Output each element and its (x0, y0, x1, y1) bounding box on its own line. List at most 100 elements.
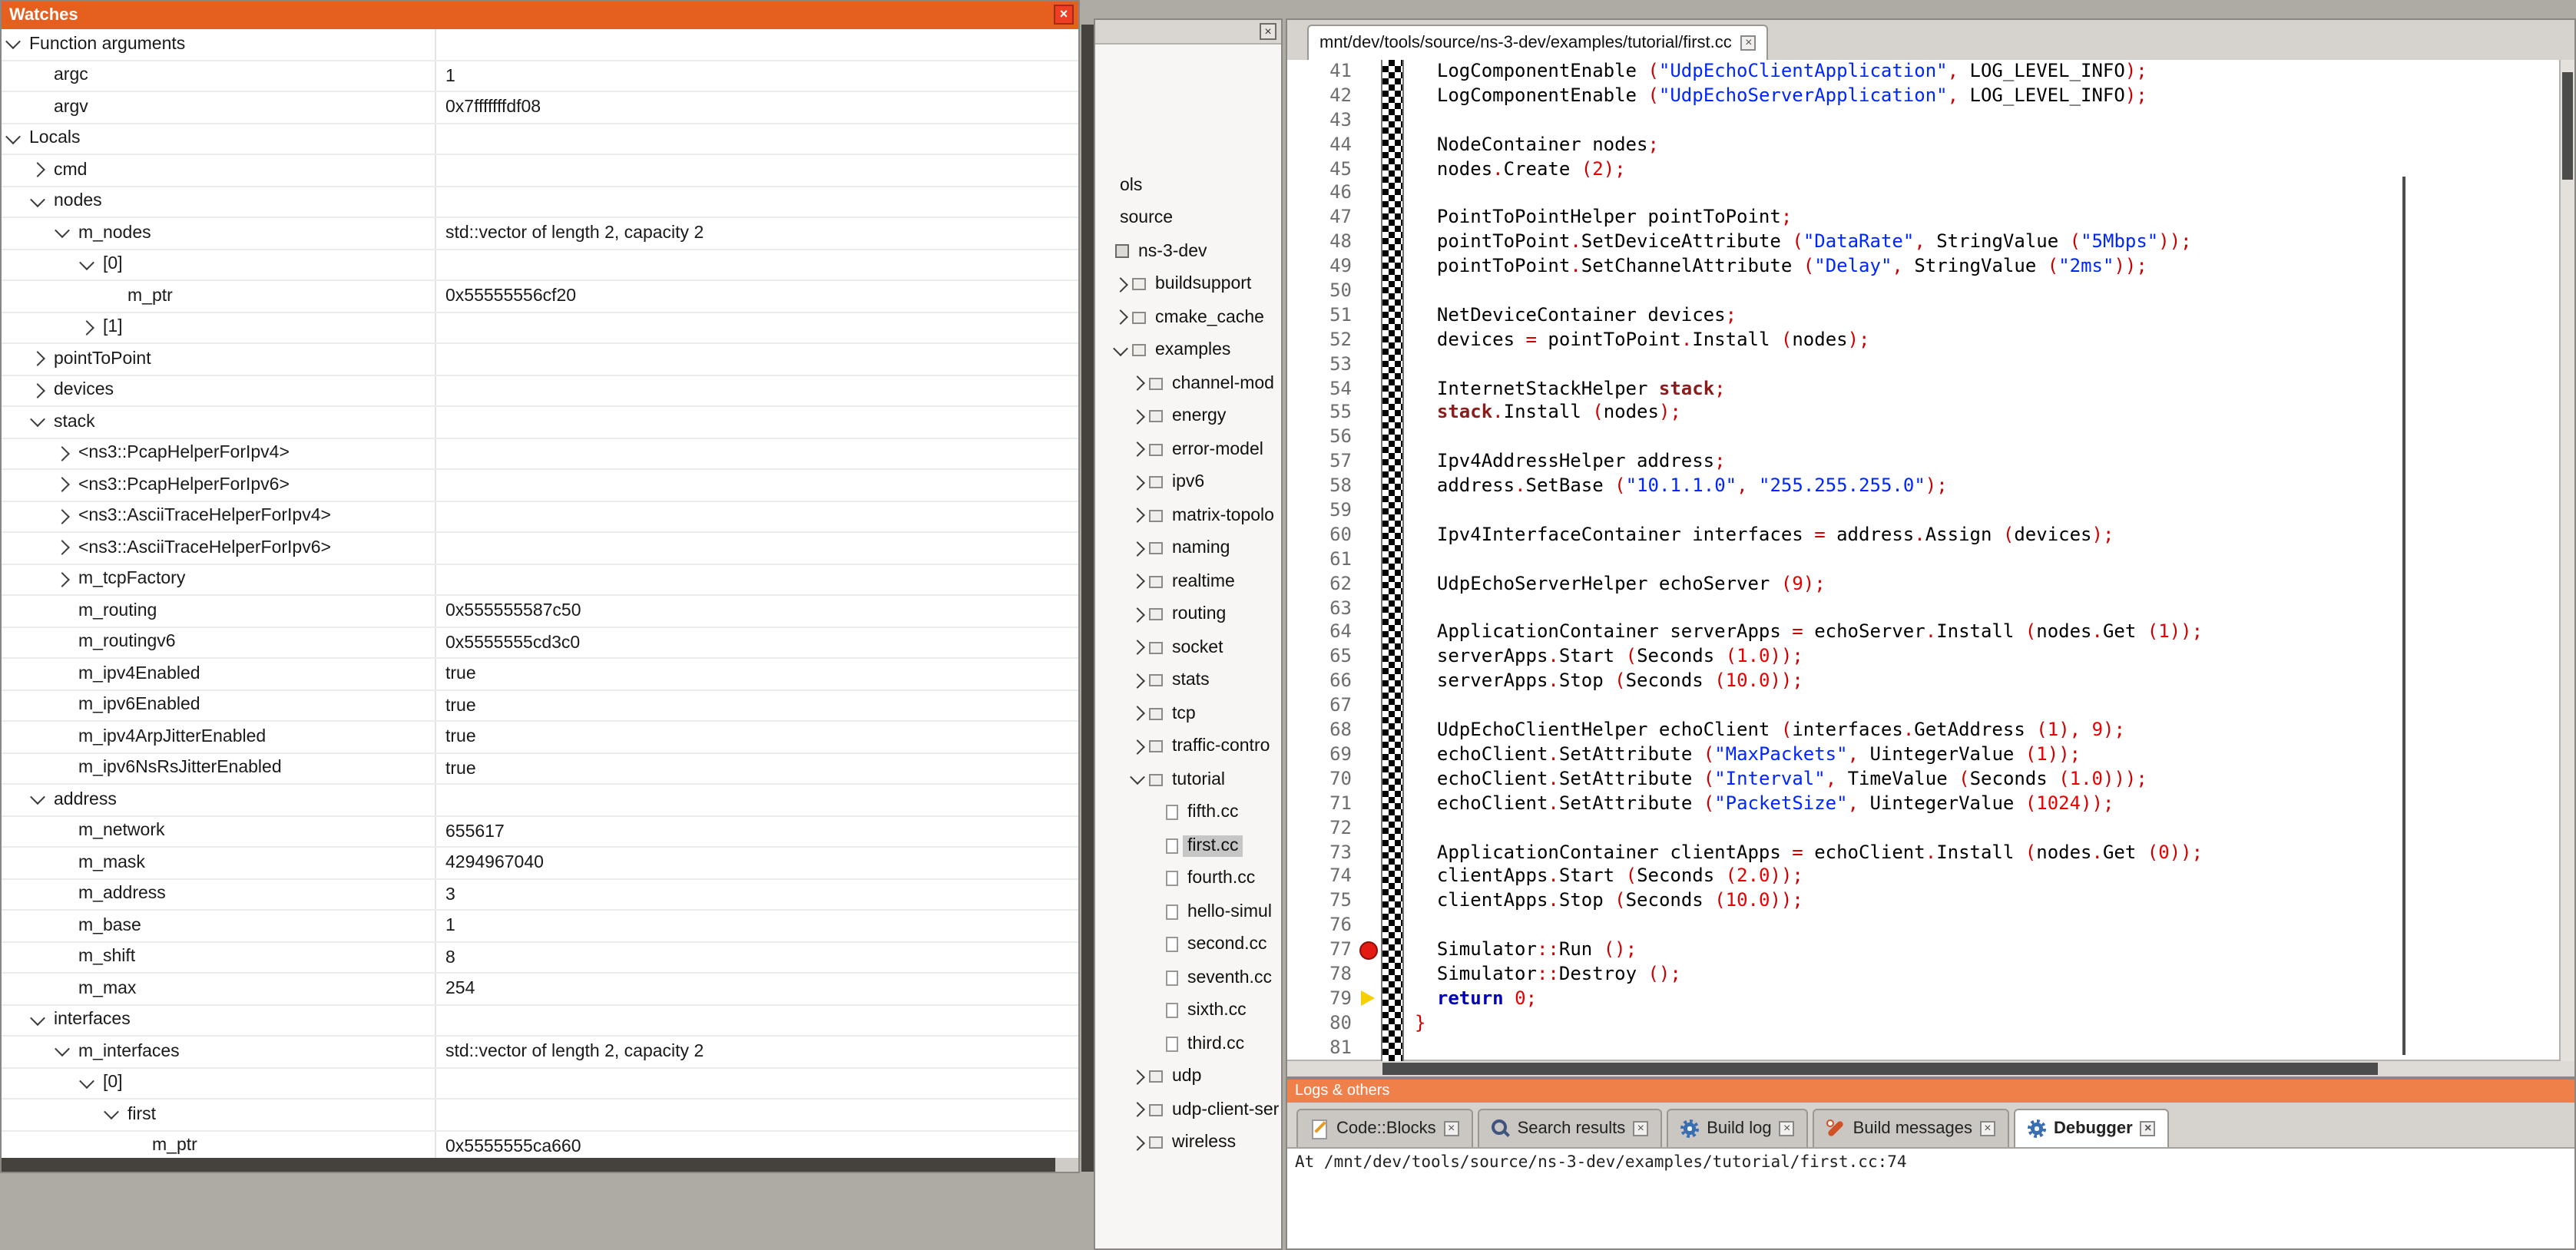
line-number[interactable]: 73 (1287, 841, 1358, 865)
tree-item-seventh-cc[interactable]: seventh.cc (1095, 961, 1281, 994)
line-number[interactable]: 67 (1287, 694, 1358, 719)
line-number[interactable]: 69 (1287, 743, 1358, 768)
watch-row[interactable]: m_max254 (2, 974, 1078, 1005)
expand-icon[interactable] (30, 383, 45, 398)
line-number[interactable]: 79 (1287, 987, 1358, 1012)
tab-build-messages[interactable]: Build messages× (1813, 1109, 2009, 1147)
tree-item-tutorial[interactable]: tutorial (1095, 763, 1281, 796)
expand-icon[interactable] (1130, 541, 1145, 557)
line-number[interactable]: 54 (1287, 377, 1358, 402)
expand-icon[interactable] (1130, 739, 1145, 755)
collapse-icon[interactable] (30, 192, 45, 207)
watch-row[interactable]: m_shift8 (2, 942, 1078, 974)
watch-row[interactable]: m_nodesstd::vector of length 2, capacity… (2, 218, 1078, 250)
expand-icon[interactable] (30, 163, 45, 178)
watches-vscrollbar[interactable] (1081, 25, 1094, 1172)
watch-row[interactable]: [0] (2, 250, 1078, 281)
code-editor[interactable]: 41 LogComponentEnable ("UdpEchoClientApp… (1287, 60, 2574, 1061)
line-number[interactable]: 55 (1287, 402, 1358, 426)
tree-item-wireless[interactable]: wireless (1095, 1126, 1281, 1159)
tree-item-cmake-cache[interactable]: cmake_cache (1095, 301, 1281, 334)
close-icon[interactable]: × (1780, 1121, 1795, 1136)
close-icon[interactable]: × (1444, 1121, 1459, 1136)
line-number[interactable]: 72 (1287, 816, 1358, 841)
watch-row[interactable]: devices (2, 375, 1078, 407)
tree-item-realtime[interactable]: realtime (1095, 565, 1281, 598)
expand-icon[interactable] (1130, 1136, 1145, 1151)
tree-item-energy[interactable]: energy (1095, 400, 1281, 433)
line-number[interactable]: 50 (1287, 279, 1358, 304)
expand-icon[interactable] (1130, 475, 1145, 491)
tree-item-second-cc[interactable]: second.cc (1095, 928, 1281, 961)
watch-row[interactable]: argc1 (2, 61, 1078, 92)
expand-icon[interactable] (30, 352, 45, 367)
line-number[interactable]: 59 (1287, 499, 1358, 524)
line-number[interactable]: 68 (1287, 719, 1358, 743)
expand-icon[interactable] (1130, 1103, 1145, 1118)
watch-row[interactable]: Function arguments (2, 29, 1078, 61)
watch-row[interactable]: m_base1 (2, 911, 1078, 942)
watches-hscrollbar[interactable] (2, 1158, 1058, 1172)
expand-icon[interactable] (1113, 277, 1128, 293)
line-number[interactable]: 60 (1287, 524, 1358, 548)
line-number[interactable]: 46 (1287, 182, 1358, 207)
tree-item-buildsupport[interactable]: buildsupport (1095, 268, 1281, 301)
expand-icon[interactable] (55, 509, 70, 524)
editor-vscrollbar[interactable] (2559, 60, 2574, 1061)
tree-item-fourth-cc[interactable]: fourth.cc (1095, 862, 1281, 895)
tree-item-ols[interactable]: ols (1095, 169, 1281, 202)
collapse-icon[interactable] (79, 255, 94, 270)
line-number[interactable]: 61 (1287, 548, 1358, 573)
tab-build-log[interactable]: Build log× (1667, 1109, 1808, 1147)
expand-icon[interactable] (1130, 607, 1145, 623)
line-number[interactable]: 51 (1287, 304, 1358, 329)
expand-icon[interactable] (55, 541, 70, 556)
expand-icon[interactable] (1130, 673, 1145, 689)
line-number[interactable]: 71 (1287, 792, 1358, 816)
close-icon[interactable]: × (1633, 1121, 1648, 1136)
expand-icon[interactable] (1130, 442, 1145, 458)
close-icon[interactable]: × (1741, 35, 1757, 51)
collapse-icon[interactable] (55, 1042, 70, 1057)
watch-row[interactable]: m_routingv60x5555555cd3c0 (2, 627, 1078, 659)
collapse-icon[interactable] (5, 35, 21, 50)
watch-row[interactable]: m_address3 (2, 879, 1078, 911)
line-number[interactable]: 57 (1287, 451, 1358, 475)
line-number[interactable]: 66 (1287, 670, 1358, 695)
expand-icon[interactable] (1130, 376, 1145, 392)
line-number[interactable]: 58 (1287, 475, 1358, 499)
collapse-icon[interactable] (1130, 770, 1145, 785)
expand-icon[interactable] (1130, 706, 1145, 722)
watch-row[interactable]: m_ipv4ArpJitterEnabledtrue (2, 722, 1078, 753)
close-icon[interactable]: × (1980, 1121, 1995, 1136)
file-tree-header[interactable]: × (1095, 20, 1281, 45)
watch-row[interactable]: m_ptr0x55555556cf20 (2, 281, 1078, 312)
tree-item-third-cc[interactable]: third.cc (1095, 1027, 1281, 1060)
close-icon[interactable]: × (1054, 5, 1074, 25)
tab-code-blocks[interactable]: Code::Blocks× (1296, 1109, 1473, 1147)
watch-row[interactable]: <ns3::AsciiTraceHelperForIpv6> (2, 533, 1078, 564)
tree-item-routing[interactable]: routing (1095, 598, 1281, 631)
line-number[interactable]: 53 (1287, 352, 1358, 377)
close-icon[interactable]: × (1260, 23, 1276, 40)
vscroll-thumb[interactable] (2562, 72, 2573, 180)
watch-row[interactable]: m_tcpFactory (2, 564, 1078, 596)
watch-row[interactable]: m_mask4294967040 (2, 848, 1078, 879)
editor-hscrollbar[interactable] (1287, 1060, 2574, 1076)
watch-row[interactable]: interfaces (2, 1005, 1078, 1037)
editor-tab-first-cc[interactable]: mnt/dev/tools/source/ns-3-dev/examples/t… (1307, 25, 1769, 60)
breakpoint-margin[interactable] (1381, 60, 1404, 1061)
watch-row[interactable]: m_interfacesstd::vector of length 2, cap… (2, 1037, 1078, 1068)
line-number[interactable]: 77 (1287, 938, 1358, 963)
tree-item-socket[interactable]: socket (1095, 631, 1281, 664)
tree-item-fifth-cc[interactable]: fifth.cc (1095, 796, 1281, 829)
collapse-icon[interactable] (104, 1105, 119, 1120)
line-number[interactable]: 52 (1287, 329, 1358, 353)
watch-row[interactable]: pointToPoint (2, 344, 1078, 375)
line-number[interactable]: 70 (1287, 768, 1358, 792)
tree-item-udp[interactable]: udp (1095, 1060, 1281, 1093)
tree-item-first-cc[interactable]: first.cc (1095, 829, 1281, 862)
expand-icon[interactable] (1130, 409, 1145, 425)
line-number[interactable]: 80 (1287, 1011, 1358, 1036)
tree-item-ns-3-dev[interactable]: ns-3-dev (1095, 235, 1281, 268)
